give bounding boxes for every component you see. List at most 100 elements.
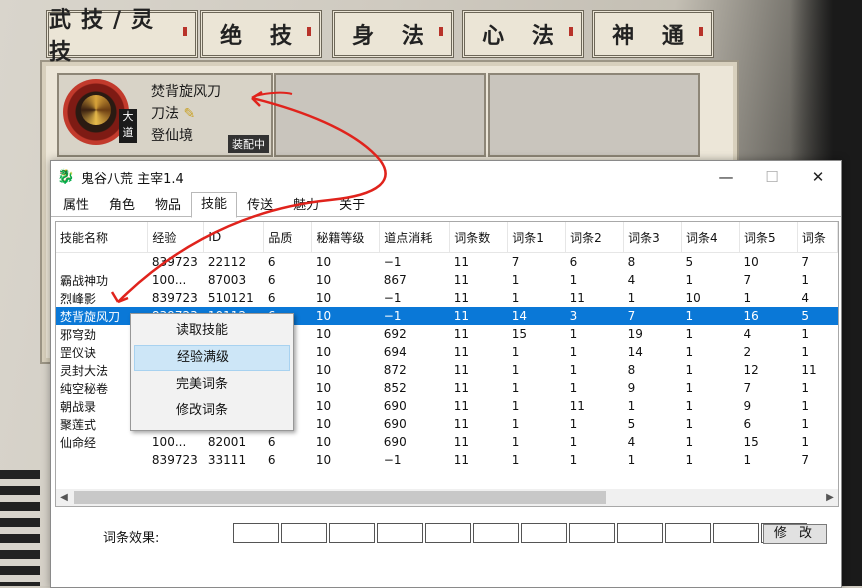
table-cell: 11 <box>453 273 470 287</box>
scroll-thumb[interactable] <box>74 491 606 504</box>
table-cell: 690 <box>383 417 407 431</box>
table-cell: 11 <box>569 399 585 413</box>
table-cell: 1 <box>511 399 520 413</box>
table-cell: 4 <box>627 273 636 287</box>
effect-input[interactable] <box>713 523 759 543</box>
table-cell: 7 <box>623 307 682 325</box>
modify-button[interactable]: 修 改 <box>763 524 827 544</box>
grade-badge: 大道 <box>119 109 137 143</box>
empty-skill-slot[interactable] <box>488 73 700 157</box>
column-header[interactable]: 词条2 <box>565 222 625 253</box>
table-cell: 690 <box>383 435 407 449</box>
tab-skills[interactable]: 技能 <box>191 192 238 218</box>
tab-charm[interactable]: 魅力 <box>283 194 329 217</box>
table-cell: 6 <box>267 435 276 449</box>
empty-skill-slot[interactable] <box>274 73 486 157</box>
table-cell: 839723 <box>151 453 198 467</box>
table-cell: 1 <box>685 345 694 359</box>
table-cell: 4 <box>627 435 636 449</box>
game-tab-label: 武技/灵技 <box>49 7 164 65</box>
maximize-button[interactable]: ☐ <box>749 161 795 193</box>
horizontal-scrollbar[interactable]: ◀ ▶ <box>55 489 839 507</box>
table-row[interactable]: 839723 22112 6 10 −1 11 7 6 8 5 10 7 <box>56 253 838 272</box>
column-header[interactable]: 经验 <box>147 222 205 253</box>
context-menu-item[interactable]: 读取技能 <box>134 319 290 343</box>
table-cell: 1 <box>569 363 578 377</box>
effect-input[interactable] <box>521 523 567 543</box>
column-header[interactable]: 词条数 <box>449 222 509 253</box>
table-cell: 694 <box>383 345 407 359</box>
table-cell: 22112 <box>207 255 247 269</box>
column-header[interactable]: 词条 <box>797 222 838 253</box>
column-header[interactable]: 道点消耗 <box>379 222 451 253</box>
table-row[interactable]: 烈峰影 839723 510121 6 10 −1 11 1 11 1 10 1 4 <box>56 289 838 307</box>
effect-input[interactable] <box>281 523 327 543</box>
badge-bottom: 道 <box>122 126 134 139</box>
game-tab-mind[interactable]: 心 法 <box>462 10 584 58</box>
table-cell: 10 <box>315 327 332 341</box>
window-title: 鬼谷八荒 主宰1.4 <box>81 171 184 187</box>
table-cell: 7 <box>743 273 752 287</box>
equipped-skill-card[interactable]: 大道 焚背旋风刀 刀法 ✎ 登仙境 装配中 <box>57 73 273 157</box>
tab-teleport[interactable]: 传送 <box>237 194 283 217</box>
close-button[interactable]: ✕ <box>795 161 841 193</box>
minimize-button[interactable]: — <box>703 161 749 193</box>
table-cell: 仙命经 <box>60 435 97 450</box>
table-cell: 10 <box>685 291 701 305</box>
column-header[interactable]: 词条3 <box>623 222 683 253</box>
tab-items[interactable]: 物品 <box>145 194 191 217</box>
column-header[interactable]: 品质 <box>263 222 313 253</box>
column-header[interactable]: ID <box>203 222 265 253</box>
column-header[interactable]: 秘籍等级 <box>311 222 381 253</box>
table-cell: 6 <box>569 255 578 269</box>
effects-label: 词条效果: <box>103 531 160 546</box>
column-header[interactable]: 词条5 <box>739 222 798 253</box>
title-bar[interactable]: 🐉 鬼谷八荒 主宰1.4 — ☐ ✕ <box>51 161 841 193</box>
column-header[interactable]: 词条4 <box>681 222 740 253</box>
table-cell: 33111 <box>207 453 247 467</box>
game-tab-label: 身 法 <box>352 23 434 49</box>
effect-input[interactable] <box>569 523 615 543</box>
context-menu-item[interactable]: 经验满级 <box>134 345 290 371</box>
table-cell: 1 <box>569 381 578 395</box>
scroll-right-icon[interactable]: ▶ <box>822 489 838 506</box>
table-cell: 1 <box>685 381 694 395</box>
table-cell: 1 <box>743 291 752 305</box>
effect-input[interactable] <box>233 523 279 543</box>
effect-input[interactable] <box>329 523 375 543</box>
table-cell: 1 <box>627 291 636 305</box>
table-cell: 1 <box>511 345 520 359</box>
table-cell: 1 <box>801 381 810 395</box>
table-cell: 10 <box>315 381 332 395</box>
table-cell: 19 <box>627 327 643 341</box>
table-cell: 11 <box>453 345 470 359</box>
tab-attributes[interactable]: 属性 <box>53 194 99 217</box>
tab-character[interactable]: 角色 <box>99 194 145 217</box>
table-cell: 852 <box>383 381 407 395</box>
table-cell: 11 <box>453 291 470 305</box>
game-tab-movement[interactable]: 身 法 <box>332 10 454 58</box>
effect-input[interactable] <box>473 523 519 543</box>
game-tab-divine[interactable]: 神 通 <box>592 10 714 58</box>
effect-input[interactable] <box>377 523 423 543</box>
table-cell: 7 <box>801 453 810 467</box>
effect-input[interactable] <box>665 523 711 543</box>
column-header[interactable]: 技能名称 <box>56 222 149 253</box>
game-tab-martial[interactable]: 武技/灵技 <box>46 7 198 65</box>
context-menu-item[interactable]: 完美词条 <box>134 373 290 397</box>
effect-input[interactable] <box>617 523 663 543</box>
tab-dot-icon <box>439 27 443 36</box>
effect-input[interactable] <box>425 523 471 543</box>
table-row[interactable]: 839723 33111 6 10 −1 11 1 1 1 1 1 7 <box>56 451 838 469</box>
skill-type-label: 刀法 <box>151 106 179 122</box>
scroll-left-icon[interactable]: ◀ <box>56 489 72 506</box>
table-row[interactable]: 霸战神功 100... 87003 6 10 867 11 1 1 4 1 7 1 <box>56 271 838 289</box>
column-header[interactable]: 词条1 <box>507 222 567 253</box>
context-menu-item[interactable]: 修改词条 <box>134 399 290 423</box>
table-cell: 510121 <box>207 291 254 305</box>
game-tab-ultimate[interactable]: 绝 技 <box>200 10 322 58</box>
tab-about[interactable]: 关于 <box>329 194 375 217</box>
table-row[interactable]: 仙命经 100... 82001 6 10 690 11 1 1 4 1 15 1 <box>56 433 838 451</box>
table-cell: 烈峰影 <box>60 291 97 306</box>
table-cell: 1 <box>569 273 578 287</box>
